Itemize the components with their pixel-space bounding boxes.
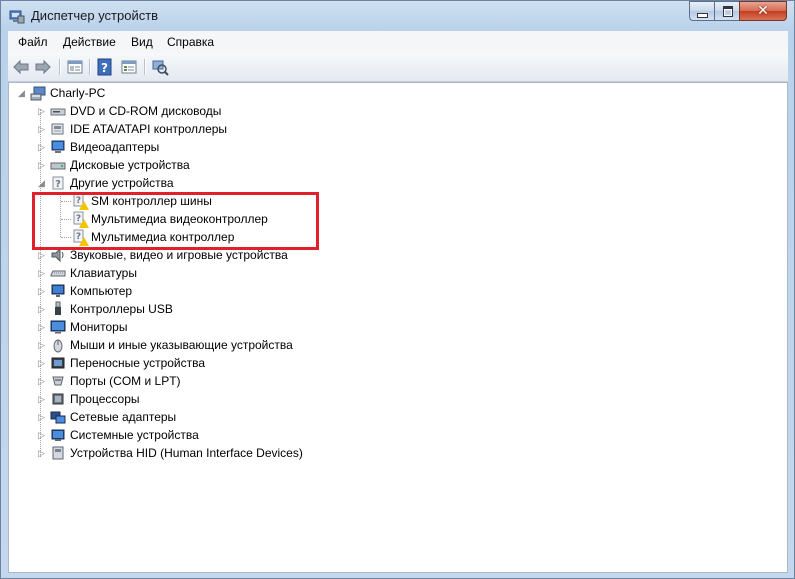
tree-item-portable[interactable]: ▷ Переносные устройства xyxy=(37,354,205,372)
tree-item-mice[interactable]: ▷ Мыши и иные указывающие устройства xyxy=(37,336,293,354)
unknown-device-icon: ? xyxy=(52,176,64,190)
mouse-icon xyxy=(53,339,63,353)
tree-item-label: Другие устройства xyxy=(70,176,174,190)
expand-arrow-icon[interactable]: ▷ xyxy=(37,394,46,404)
processor-icon xyxy=(52,393,64,405)
svg-text:?: ? xyxy=(101,61,108,75)
menu-action[interactable]: Действие xyxy=(63,35,116,49)
tree-item-label: DVD и CD-ROM дисководы xyxy=(70,104,222,118)
window-title: Диспетчер устройств xyxy=(31,8,159,23)
back-arrow-icon[interactable] xyxy=(12,58,30,76)
disk-drive-icon xyxy=(50,162,66,170)
toolbar-separator xyxy=(59,59,60,75)
tree-item-label: Системные устройства xyxy=(70,428,199,442)
close-button[interactable]: ✕ xyxy=(739,1,787,21)
menu-help[interactable]: Справка xyxy=(167,35,214,49)
tree-item-system-devices[interactable]: ▷ Системные устройства xyxy=(37,426,199,444)
computer-icon xyxy=(30,86,46,101)
expand-arrow-icon[interactable]: ▷ xyxy=(37,376,46,386)
expand-arrow-icon[interactable]: ▷ xyxy=(37,322,46,332)
tree-item-dvd[interactable]: ▷ DVD и CD-ROM дисководы xyxy=(37,102,221,120)
tree-item-hid[interactable]: ▷ Устройства HID (Human Interface Device… xyxy=(37,444,303,462)
tree-root-label: Charly-PC xyxy=(50,86,106,100)
tree-item-label: Процессоры xyxy=(70,392,140,406)
show-hidden-icon[interactable] xyxy=(120,58,138,76)
expand-arrow-icon[interactable]: ▷ xyxy=(37,124,46,134)
toolbar: ? xyxy=(8,53,788,82)
tree-item-label: Сетевые адаптеры xyxy=(70,410,177,424)
close-icon: ✕ xyxy=(757,3,769,19)
tree-item-computer[interactable]: ▷ Компьютер xyxy=(37,282,132,300)
maximize-button[interactable] xyxy=(714,1,740,21)
keyboard-icon xyxy=(50,270,66,277)
port-icon xyxy=(52,376,64,386)
dvd-drive-icon xyxy=(50,108,66,116)
svg-text:?: ? xyxy=(55,179,61,190)
expand-arrow-icon[interactable]: ▷ xyxy=(37,412,46,422)
menu-bar: Файл Действие Вид Справка xyxy=(8,31,788,54)
tree-item-keyboards[interactable]: ▷ Клавиатуры xyxy=(37,264,137,282)
tree-item-label: Мониторы xyxy=(70,320,128,334)
tree-item-disk-drives[interactable]: ▷ Дисковые устройства xyxy=(37,156,190,174)
tree-item-label: Переносные устройства xyxy=(70,356,206,370)
tree-item-label: Видеоадаптеры xyxy=(70,140,160,154)
tree-item-label: Дисковые устройства xyxy=(70,158,190,172)
tree-item-other-devices[interactable]: ◢ ? Другие устройства xyxy=(37,174,174,192)
tree-item-video-adapters[interactable]: ▷ Видеоадаптеры xyxy=(37,138,159,156)
expand-arrow-icon[interactable]: ▷ xyxy=(37,142,46,152)
network-adapter-icon xyxy=(50,411,66,424)
collapse-arrow-icon[interactable]: ◢ xyxy=(17,88,26,98)
menu-file[interactable]: Файл xyxy=(18,35,48,49)
video-adapter-icon xyxy=(51,140,65,153)
toolbar-separator xyxy=(144,59,145,75)
expand-arrow-icon[interactable]: ▷ xyxy=(37,340,46,350)
tree-item-ports[interactable]: ▷ Порты (COM и LPT) xyxy=(37,372,181,390)
scan-hardware-icon[interactable] xyxy=(151,58,169,76)
usb-icon xyxy=(55,301,61,315)
help-icon[interactable]: ? xyxy=(96,58,114,76)
tree-item-label: Порты (COM и LPT) xyxy=(70,374,181,388)
expand-arrow-icon[interactable]: ▷ xyxy=(37,358,46,368)
device-manager-icon xyxy=(9,10,25,24)
toolbar-separator xyxy=(89,59,90,75)
forward-arrow-icon[interactable] xyxy=(34,58,52,76)
expand-arrow-icon[interactable]: ▷ xyxy=(37,286,46,296)
hid-device-icon xyxy=(52,446,64,460)
tree-item-processors[interactable]: ▷ Процессоры xyxy=(37,390,140,408)
maximize-icon xyxy=(722,5,733,17)
highlight-box xyxy=(32,192,319,250)
tree-item-usb[interactable]: ▷ Контроллеры USB xyxy=(37,300,173,318)
title-bar[interactable]: Диспетчер устройств ✕ xyxy=(1,1,794,31)
expand-arrow-icon[interactable]: ▷ xyxy=(37,106,46,116)
system-device-icon xyxy=(51,429,65,441)
portable-device-icon xyxy=(51,357,65,369)
properties-icon[interactable] xyxy=(66,58,84,76)
collapse-arrow-icon[interactable]: ◢ xyxy=(37,178,46,188)
tree-item-network-adapters[interactable]: ▷ Сетевые адаптеры xyxy=(37,408,176,426)
minimize-button[interactable] xyxy=(689,1,715,21)
monitor-icon xyxy=(50,320,66,334)
ide-controller-icon xyxy=(51,123,64,135)
expand-arrow-icon[interactable]: ▷ xyxy=(37,160,46,170)
expand-arrow-icon[interactable]: ▷ xyxy=(37,304,46,314)
tree-item-monitors[interactable]: ▷ Мониторы xyxy=(37,318,127,336)
tree-item-label: Мыши и иные указывающие устройства xyxy=(70,338,293,352)
device-manager-window: Диспетчер устройств ✕ Файл Действие Вид … xyxy=(0,0,795,579)
tree-item-label: Компьютер xyxy=(70,284,133,298)
minimize-icon xyxy=(697,12,708,18)
tree-item-ide[interactable]: ▷ IDE ATA/ATAPI контроллеры xyxy=(37,120,227,138)
tree-root[interactable]: ◢ Charly-PC xyxy=(17,84,105,102)
tree-item-label: Устройства HID (Human Interface Devices) xyxy=(70,446,303,460)
tree-item-label: Звуковые, видео и игровые устройства xyxy=(70,248,288,262)
tree-item-label: Клавиатуры xyxy=(70,266,137,280)
device-tree[interactable]: ◢ Charly-PC ▷ DVD и CD-ROM дисководы ▷ I… xyxy=(8,82,788,573)
expand-arrow-icon[interactable]: ▷ xyxy=(37,268,46,278)
menu-view[interactable]: Вид xyxy=(131,35,153,49)
tree-item-label: IDE ATA/ATAPI контроллеры xyxy=(70,122,228,136)
expand-arrow-icon[interactable]: ▷ xyxy=(37,250,46,260)
computer-monitor-icon xyxy=(51,284,65,297)
expand-arrow-icon[interactable]: ▷ xyxy=(37,448,46,458)
expand-arrow-icon[interactable]: ▷ xyxy=(37,430,46,440)
tree-item-label: Контроллеры USB xyxy=(70,302,173,316)
